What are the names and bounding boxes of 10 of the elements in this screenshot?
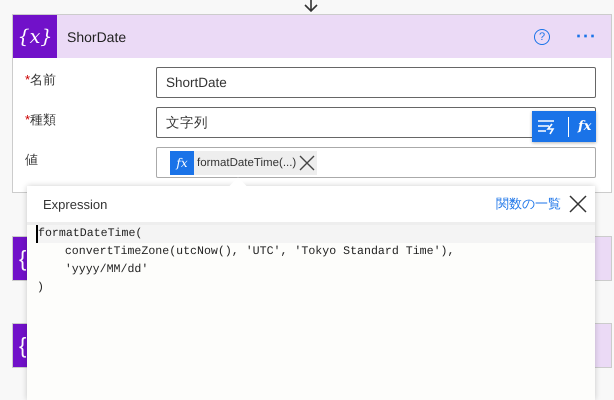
card-title: ShorDate [67,28,128,44]
variable-icon: {x} [13,15,57,58]
field-label: *名前 [24,71,58,89]
code-line: ) [37,280,45,296]
field-label: 値 [24,151,39,169]
code-line: 'yyyy/MM/dd' [64,262,150,278]
code-line: convertTimeZone(utcNow(), 'UTC', 'Tokyo Standard Time'), [64,244,456,260]
popup-title: Expression [43,196,108,212]
fx-icon: fx [170,150,194,174]
field-label: *種類 [24,111,58,129]
